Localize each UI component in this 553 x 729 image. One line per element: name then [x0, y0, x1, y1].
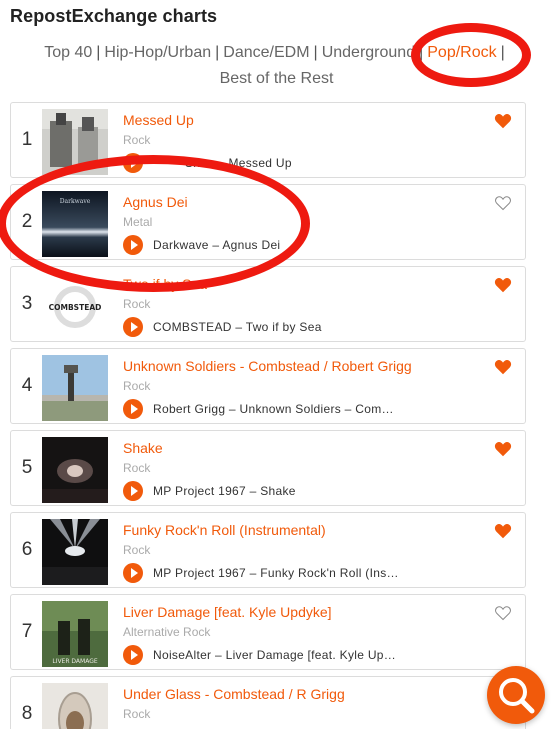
heart-icon[interactable]: [494, 195, 512, 211]
cover-art[interactable]: Darkwave: [42, 191, 108, 257]
track-title[interactable]: Shake: [123, 440, 483, 456]
artist-track-line[interactable]: Darkwave – Agnus Dei: [153, 238, 280, 252]
tab-separator: |: [500, 44, 505, 61]
track-title[interactable]: Liver Damage [feat. Kyle Updyke]: [123, 604, 483, 620]
tab-pop-rock[interactable]: Pop/Rock: [427, 44, 496, 61]
track-genre: Rock: [123, 707, 151, 721]
cover-art[interactable]: [42, 355, 108, 421]
track-title[interactable]: Two if by Sea: [123, 276, 483, 292]
cover-art[interactable]: COMBSTEAD: [42, 273, 108, 339]
tab-separator: |: [313, 44, 318, 61]
chart-row: 7 LIVER DAMAGE Liver Damage [feat. Kyle …: [10, 594, 526, 670]
tab-separator: |: [96, 44, 101, 61]
track-genre: Rock: [123, 461, 151, 475]
play-icon[interactable]: [123, 399, 143, 419]
play-icon[interactable]: [123, 153, 143, 173]
track-genre: Alternative Rock: [123, 625, 211, 639]
heart-icon[interactable]: [494, 113, 512, 129]
chart-row: 6 Funky Rock'n Roll (Instrumental) Rock …: [10, 512, 526, 588]
svg-text:LIVER DAMAGE: LIVER DAMAGE: [52, 658, 98, 665]
play-icon[interactable]: [123, 481, 143, 501]
heart-icon[interactable]: [494, 359, 512, 375]
artist-track-line[interactable]: Robert Grigg – Unknown Soldiers – Com…: [153, 402, 394, 416]
heart-icon[interactable]: [494, 441, 512, 457]
tab-underground[interactable]: Underground: [322, 44, 415, 61]
cover-art[interactable]: [42, 437, 108, 503]
play-icon[interactable]: [123, 563, 143, 583]
svg-text:Darkwave: Darkwave: [60, 198, 91, 205]
tab-dance-edm[interactable]: Dance/EDM: [223, 44, 309, 61]
chart-row: 8 Under Glass - Combstead / R Grigg Rock: [10, 676, 526, 729]
artist-track-line[interactable]: NoiseAlter – Liver Damage [feat. Kyle Up…: [153, 648, 396, 662]
heart-icon[interactable]: [494, 277, 512, 293]
track-genre: Rock: [123, 297, 151, 311]
track-title[interactable]: Funky Rock'n Roll (Instrumental): [123, 522, 483, 538]
play-icon[interactable]: [123, 645, 143, 665]
play-icon[interactable]: [123, 235, 143, 255]
track-title[interactable]: Under Glass - Combstead / R Grigg: [123, 686, 483, 702]
play-icon[interactable]: [123, 317, 143, 337]
tab-best-of-the-rest[interactable]: Best of the Rest: [220, 70, 334, 87]
artist-track-line[interactable]: MP Project 1967 – Shake: [153, 484, 296, 498]
chart-row: 1 Messed Up Rock Shea – Messed Up: [10, 102, 526, 178]
chart-row: 3 COMBSTEAD Two if by Sea Rock COMBSTEAD…: [10, 266, 526, 342]
genre-tabs: Top 40 | Hip-Hop/Urban | Dance/EDM | Undergrou…: [0, 40, 553, 92]
artist-track-line[interactable]: COMBSTEAD – Two if by Sea: [153, 320, 322, 334]
rank-number: 4: [21, 375, 33, 396]
chart-row: 5 Shake Rock MP Project 1967 – Shake: [10, 430, 526, 506]
rank-number: 2: [21, 211, 33, 232]
track-genre: Metal: [123, 215, 153, 229]
track-genre: Rock: [123, 133, 151, 147]
rank-number: 3: [21, 293, 33, 314]
rank-number: 1: [21, 129, 33, 150]
tab-separator: |: [419, 44, 424, 61]
chart-row: 4 Unknown Soldiers - Combstead / Robert …: [10, 348, 526, 424]
cover-art[interactable]: [42, 519, 108, 585]
track-genre: Rock: [123, 379, 151, 393]
tab-hip-hop-urban[interactable]: Hip-Hop/Urban: [104, 44, 211, 61]
cover-art[interactable]: LIVER DAMAGE: [42, 601, 108, 667]
cover-art[interactable]: [42, 683, 108, 729]
cover-art[interactable]: [42, 109, 108, 175]
track-title[interactable]: Agnus Dei: [123, 194, 483, 210]
track-title[interactable]: Messed Up: [123, 112, 483, 128]
artist-track-line[interactable]: Shea – Messed Up: [185, 156, 292, 170]
rank-number: 6: [21, 539, 33, 560]
artist-track-line[interactable]: MP Project 1967 – Funky Rock'n Roll (Ins…: [153, 566, 399, 580]
heart-icon[interactable]: [494, 523, 512, 539]
rank-number: 5: [21, 457, 33, 478]
track-title[interactable]: Unknown Soldiers - Combstead / Robert Gr…: [123, 358, 483, 374]
rank-number: 7: [21, 621, 33, 642]
tab-separator: |: [215, 44, 220, 61]
search-icon: [499, 678, 535, 714]
svg-text:COMBSTEAD: COMBSTEAD: [49, 303, 102, 312]
rank-number: 8: [21, 703, 33, 724]
chart-row: 2 Darkwave Agnus Dei Metal Darkwave – Ag…: [10, 184, 526, 260]
search-button[interactable]: [487, 666, 545, 724]
track-genre: Rock: [123, 543, 151, 557]
page-title: RepostExchange charts: [10, 6, 218, 26]
tab-top-40[interactable]: Top 40: [44, 44, 92, 61]
heart-icon[interactable]: [494, 605, 512, 621]
